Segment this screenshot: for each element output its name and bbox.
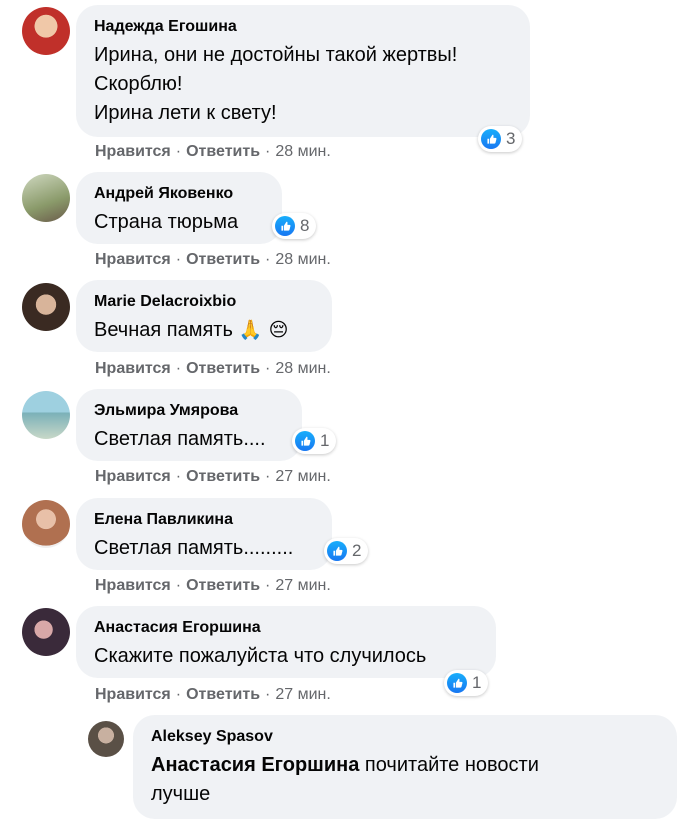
reaction-count[interactable]: 1 [292, 428, 337, 454]
avatar[interactable] [88, 721, 124, 757]
timestamp[interactable]: 27 мин. [275, 686, 330, 703]
reply-button[interactable]: Ответить [186, 468, 260, 485]
comment-bubble: Aleksey Spasov Анастасия Егоршина почита… [133, 715, 677, 819]
reply-button[interactable]: Ответить [186, 251, 260, 268]
like-count: 8 [300, 216, 310, 235]
like-button[interactable]: Нравится [95, 468, 171, 485]
like-button[interactable]: Нравится [95, 143, 171, 160]
avatar[interactable] [22, 608, 70, 656]
comment-text: Светлая память......... [94, 537, 294, 559]
comment-text: Ирина, они не достойны такой жертвы! Ско… [94, 44, 458, 124]
comment-bubble: Елена Павликина Светлая память......... [76, 498, 332, 570]
comment-bubble: Эльмира Умярова Светлая память.... [76, 389, 302, 461]
like-count: 1 [320, 431, 330, 450]
timestamp[interactable]: 27 мин. [275, 577, 330, 594]
timestamp[interactable]: 27 мин. [275, 468, 330, 485]
comment-text: Страна тюрьма [94, 211, 239, 233]
like-icon [481, 129, 501, 149]
comment-actions: Нравится · Ответить · 27 мин. [95, 686, 331, 703]
comment-text: Скажите пожалуйста что случилось [94, 645, 427, 667]
like-button[interactable]: Нравится [95, 360, 171, 377]
comment-author[interactable]: Надежда Егошина [94, 17, 512, 37]
comment-text: Анастасия Егоршина почитайте новости луч… [151, 754, 539, 805]
timestamp[interactable]: 28 мин. [275, 251, 330, 268]
comment-bubble: Marie Delacroixbio Вечная память 🙏 😔 [76, 280, 332, 352]
comment-author[interactable]: Aleksey Spasov [151, 727, 659, 747]
like-button[interactable]: Нравится [95, 686, 171, 703]
like-icon [295, 431, 315, 451]
comment-bubble: Анастасия Егоршина Скажите пожалуйста чт… [76, 606, 496, 678]
like-button[interactable]: Нравится [95, 251, 171, 268]
like-icon [275, 216, 295, 236]
like-count: 3 [506, 129, 516, 148]
comment-author[interactable]: Marie Delacroixbio [94, 292, 314, 312]
avatar[interactable] [22, 7, 70, 55]
comment-text: Светлая память.... [94, 428, 266, 450]
comment-author[interactable]: Елена Павликина [94, 510, 314, 530]
pray-emoji: 🙏 [238, 320, 263, 341]
like-count: 1 [472, 673, 482, 692]
comment-actions: Нравится · Ответить · 28 мин. [95, 143, 331, 160]
reaction-count[interactable]: 1 [444, 670, 489, 696]
comment-actions: Нравится · Ответить · 28 мин. [95, 360, 331, 377]
comment-bubble: Надежда Егошина Ирина, они не достойны т… [76, 5, 530, 137]
avatar[interactable] [22, 391, 70, 439]
comment-actions: Нравится · Ответить · 28 мин. [95, 251, 331, 268]
reply-button[interactable]: Ответить [186, 686, 260, 703]
reply-button[interactable]: Ответить [186, 577, 260, 594]
reply-button[interactable]: Ответить [186, 143, 260, 160]
comment-text: Вечная память 🙏 😔 [94, 319, 289, 341]
avatar[interactable] [22, 174, 70, 222]
comment-author[interactable]: Эльмира Умярова [94, 401, 284, 421]
comment-bubble: Андрей Яковенко Страна тюрьма [76, 172, 282, 244]
pensive-emoji: 😔 [268, 320, 289, 341]
reply-button[interactable]: Ответить [186, 360, 260, 377]
like-count: 2 [352, 541, 362, 560]
reaction-count[interactable]: 2 [324, 538, 369, 564]
like-button[interactable]: Нравится [95, 577, 171, 594]
reaction-count[interactable]: 3 [478, 126, 523, 152]
timestamp[interactable]: 28 мин. [275, 143, 330, 160]
comment-actions: Нравится · Ответить · 27 мин. [95, 577, 331, 594]
timestamp[interactable]: 28 мин. [275, 360, 330, 377]
like-icon [327, 541, 347, 561]
like-icon [447, 673, 467, 693]
comment-actions: Нравится · Ответить · 27 мин. [95, 468, 331, 485]
avatar[interactable] [22, 500, 70, 548]
avatar[interactable] [22, 283, 70, 331]
mention-link[interactable]: Анастасия Егоршина [151, 754, 359, 776]
comment-author[interactable]: Анастасия Егоршина [94, 618, 478, 638]
reaction-count[interactable]: 8 [272, 213, 317, 239]
comment-author[interactable]: Андрей Яковенко [94, 184, 264, 204]
